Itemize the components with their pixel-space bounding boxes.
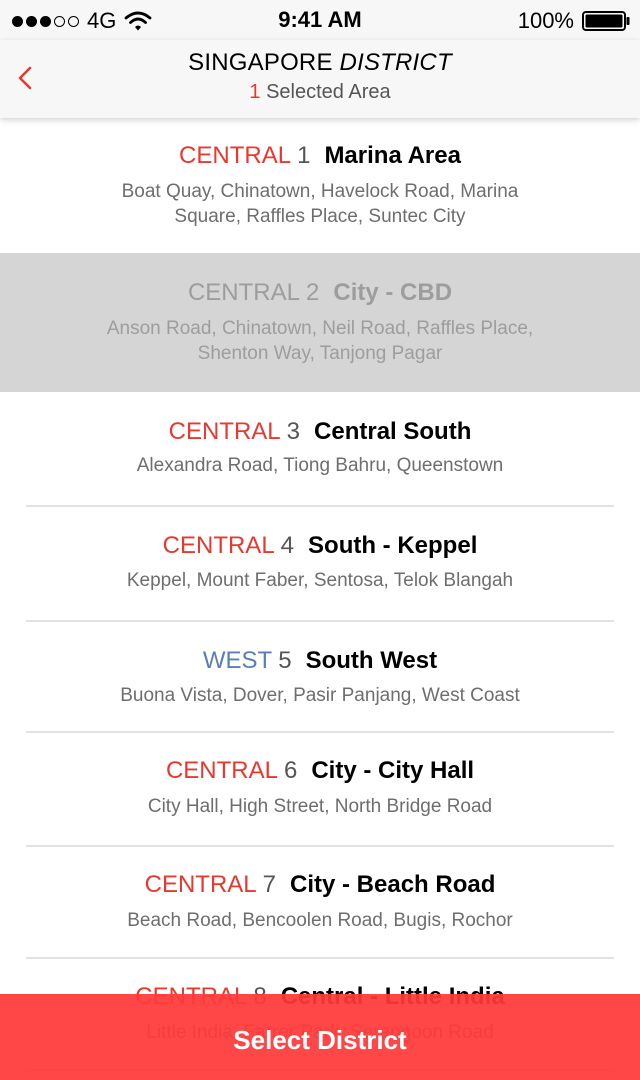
district-name: South - Keppel [308,532,478,559]
select-district-button[interactable]: Select District [0,994,640,1080]
district-name: City - Beach Road [290,871,496,898]
battery-icon [582,11,630,31]
selected-summary: 1 Selected Area [0,81,640,104]
district-region: CENTRAL [179,142,292,169]
status-bar: 4G 9:41 AM 100% [0,0,640,40]
district-region: CENTRAL [187,279,300,306]
screen: 4G 9:41 AM 100% SINGAPORE DISTRICT 1 Sel… [0,0,640,1080]
district-areas: Boat Quay, Chinatown, Havelock Road, Mar… [121,181,519,227]
district-areas: City Hall, High Street, North Bridge Roa… [147,796,493,817]
district-areas: Alexandra Road, Tiong Bahru, Queenstown [136,455,504,476]
district-areas: Buona Vista, Dover, Pasir Panjang, West … [120,685,520,706]
district-item[interactable]: CENTRAL 6 City - City Hall City Hall, High … [0,733,640,845]
district-number: 3 [286,418,301,445]
district-heading: WEST 5 South West [0,647,640,675]
district-item[interactable]: CENTRAL 3 Central South Alexandra Road, Tio… [0,392,640,505]
selected-label: Selected Area [266,81,391,103]
district-areas: Anson Road, Chinatown, Neil Road, Raffle… [106,318,534,364]
district-number: 7 [262,871,276,898]
district-name: City - City Hall [311,757,475,784]
district-item[interactable]: CENTRAL 7 City - Beach Road Beach Road, Ben… [0,847,640,957]
district-number: 5 [278,647,292,674]
district-region: CENTRAL [168,418,281,445]
divider [26,505,614,507]
district-region: CENTRAL [144,871,257,898]
district-number: 4 [280,532,295,559]
district-number: 2 [306,279,320,306]
district-name: Marina Area [324,142,461,169]
title-italic: DISTRICT [339,49,452,76]
divider [26,957,614,959]
district-item[interactable]: CENTRAL 2 City - CBD Anson Road, Chinatown,… [0,253,640,392]
district-areas: Beach Road, Bencoolen Road, Bugis, Rocho… [127,910,513,931]
district-region: WEST [202,647,273,674]
district-heading: CENTRAL 1 Marina Area [0,142,640,170]
battery-percent: 100% [517,8,574,33]
nav-bar: SINGAPORE DISTRICT 1 Selected Area [0,40,640,118]
district-number: 1 [297,142,311,169]
selected-count: 1 [249,81,261,103]
district-name: Central South [314,418,472,445]
district-heading: CENTRAL 2 City - CBD [0,279,640,307]
district-heading: CENTRAL 3 Central South [0,418,640,446]
district-item[interactable]: CENTRAL 1 Marina Area Boat Quay, Chinatown,… [0,118,640,252]
page-title: SINGAPORE DISTRICT [0,49,640,77]
district-heading: CENTRAL 4 South - Keppel [0,532,640,560]
status-right: 100% [518,8,630,34]
district-region: CENTRAL [162,532,275,559]
title-main: SINGAPORE [188,49,333,76]
district-areas: Keppel, Mount Faber, Sentosa, Telok Blan… [126,570,514,591]
district-heading: CENTRAL 6 City - City Hall [0,757,640,785]
district-region: CENTRAL [165,757,278,784]
district-item[interactable]: WEST 5 South West Buona Vista, Dover, Pasir… [0,622,640,731]
district-name: South West [305,647,438,674]
district-name: City - CBD [333,279,453,306]
divider [26,731,614,733]
divider [26,845,614,847]
district-item[interactable]: CENTRAL 4 South - Keppel Keppel, Mount Fabe… [0,507,640,620]
divider [26,620,614,622]
district-number: 6 [283,757,298,784]
district-heading: CENTRAL 7 City - Beach Road [0,871,640,899]
